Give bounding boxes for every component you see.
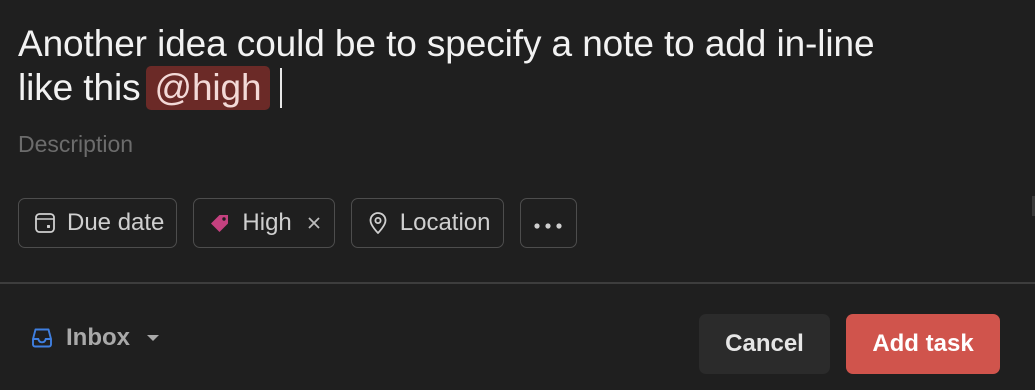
cancel-button[interactable]: Cancel <box>699 314 830 374</box>
task-title-line-1[interactable]: Another idea could be to specify a note … <box>18 22 875 66</box>
project-selector[interactable]: Inbox <box>30 324 160 352</box>
due-date-label: Due date <box>67 209 165 236</box>
inbox-icon <box>30 326 54 350</box>
task-editor-footer: Inbox Cancel Add task <box>0 284 1035 390</box>
project-name: Inbox <box>66 324 130 351</box>
description-field[interactable]: Description <box>18 131 133 158</box>
task-title-line-2[interactable]: like this @high <box>18 66 282 110</box>
task-attribute-chips: Due date High Location <box>18 198 577 248</box>
location-pin-icon <box>366 211 390 235</box>
priority-label: High <box>242 209 292 236</box>
more-options-button[interactable] <box>519 198 577 248</box>
location-label: Location <box>399 209 491 236</box>
location-button[interactable]: Location <box>350 198 504 248</box>
more-dots-icon <box>533 209 563 237</box>
text-cursor <box>279 68 282 108</box>
calendar-icon <box>33 211 57 235</box>
task-title-text[interactable]: like this <box>18 67 141 108</box>
priority-chip[interactable]: High <box>193 198 335 248</box>
priority-mention-tag[interactable]: @high <box>146 66 270 110</box>
due-date-button[interactable]: Due date <box>18 198 178 248</box>
chevron-down-icon <box>146 333 160 343</box>
task-editor: Another idea could be to specify a note … <box>0 0 1035 282</box>
add-task-button[interactable]: Add task <box>846 314 1000 374</box>
tag-icon <box>208 211 232 235</box>
close-icon[interactable] <box>306 215 322 231</box>
